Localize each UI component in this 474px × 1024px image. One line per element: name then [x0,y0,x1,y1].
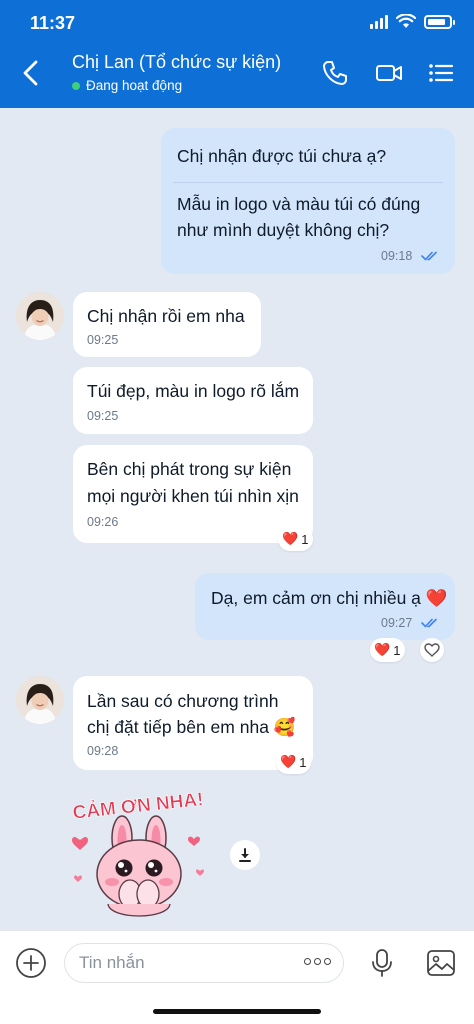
avatar[interactable] [16,676,64,724]
status-icons [370,14,455,29]
message-time: 09:25 [87,409,119,423]
heart-icon: ❤️ [374,642,391,657]
message-text: chị đặt tiếp bên em nha 🥰 [87,717,296,737]
message-text: Lần sau có chương trình [87,691,279,711]
message-time: 09:26 [87,515,119,529]
message-time: 09:18 [381,249,413,263]
message-input[interactable] [79,944,279,982]
outgoing-message[interactable]: Chị nhận được túi chưa ạ? Mẫu in logo và… [161,128,455,274]
message-divider [173,182,443,183]
sticker[interactable]: CẢM ƠN NHA! [64,786,214,926]
message-time: 09:25 [87,333,119,347]
battery-level [428,18,445,25]
message-text: như mình duyệt không chị? [177,220,390,240]
home-indicator [153,1009,321,1014]
message-text: Chị nhận rồi em nha [87,306,245,326]
status-bar: 11:37 [0,0,474,44]
message-text: Mẫu in logo và màu túi có đúng [177,194,421,214]
message-input-bar [0,930,474,1024]
microphone-button[interactable] [366,947,398,979]
reaction-count: 1 [299,754,307,770]
image-button[interactable] [425,947,457,979]
message-text: Túi đẹp, màu in logo rõ lắm [87,381,300,401]
signal-icon [370,14,388,29]
battery-icon [424,14,455,29]
avatar[interactable] [16,292,64,340]
reaction-count: 1 [393,642,401,658]
outgoing-message[interactable]: Dạ, em cảm ơn chị nhiều ạ ❤️ 09:27 [195,573,455,640]
sticker-text: CẢM ƠN NHA! [72,788,205,824]
add-reaction-button[interactable] [420,638,444,662]
read-check-icon [421,251,437,261]
bunny-sticker-image: CẢM ƠN NHA! [71,788,205,917]
video-icon[interactable] [374,58,404,88]
download-button[interactable] [230,840,260,870]
online-status: Đang hoạt động [72,78,182,93]
heart-outline-icon [424,643,440,657]
online-status-text: Đang hoạt động [86,78,183,93]
more-options-icon[interactable] [304,958,331,965]
download-icon [239,848,251,862]
incoming-message[interactable]: Chị nhận rồi em nha 09:25 [73,292,261,357]
phone-icon[interactable] [320,58,350,88]
chat-header: 11:37 Chị Lan (Tổ chức sự kiện) Đang hoạ… [0,0,474,108]
back-icon[interactable] [18,58,44,88]
reaction-badge[interactable]: ❤️ 1 [276,750,312,774]
wifi-icon [396,14,416,28]
message-input-container[interactable] [64,943,344,983]
incoming-message[interactable]: Túi đẹp, màu in logo rõ lắm 09:25 [73,367,313,434]
message-time: 09:28 [87,744,119,758]
reaction-count: 1 [301,531,309,547]
message-text: Dạ, em cảm ơn chị nhiều ạ ❤️ [211,588,448,608]
add-attachment-button[interactable] [15,947,47,979]
contact-name[interactable]: Chị Lan (Tổ chức sự kiện) [72,52,281,73]
reaction-badge[interactable]: ❤️ 1 [370,638,406,662]
status-time: 11:37 [30,13,76,33]
read-check-icon [421,618,437,628]
message-text: Bên chị phát trong sự kiện [87,459,292,479]
menu-icon[interactable] [426,58,456,88]
message-text: Chị nhận được túi chưa ạ? [177,146,387,166]
message-time: 09:27 [381,616,413,630]
heart-icon: ❤️ [280,754,297,769]
heart-icon: ❤️ [282,531,299,546]
online-dot [72,81,80,90]
incoming-message[interactable]: Bên chị phát trong sự kiện mọi người khe… [73,445,313,543]
reaction-badge[interactable]: ❤️ 1 [278,527,314,551]
message-text: mọi người khen túi nhìn xịn [87,486,299,506]
